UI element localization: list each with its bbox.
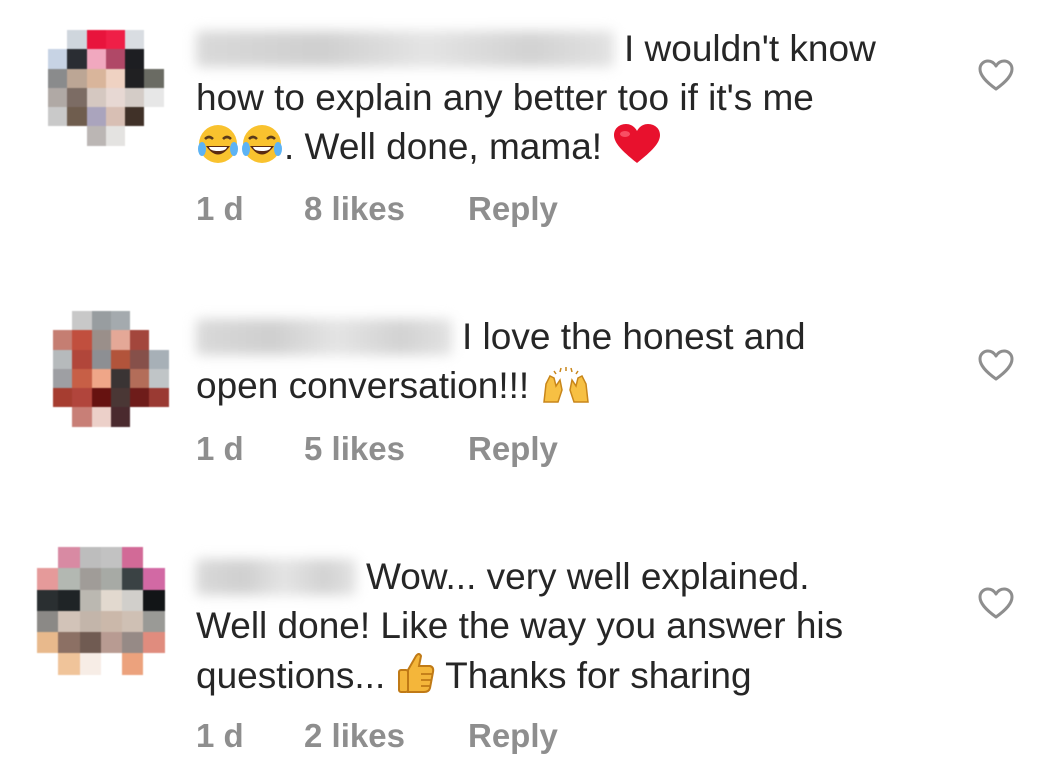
comment-meta: 1 d 5 likes Reply (196, 430, 558, 468)
comment-text: I love the honest and open conversation!… (196, 312, 926, 416)
likes-count[interactable]: 8 likes (304, 190, 468, 228)
comment-text-line1: I love the honest and (462, 316, 806, 357)
avatar[interactable] (37, 547, 165, 675)
comment-text-line3: questions... (196, 655, 386, 696)
comment-text-line2: how to explain any better too if it's me (196, 77, 814, 118)
comment-text-line2: Well done! Like the way you answer his (196, 605, 844, 646)
avatar[interactable] (53, 311, 169, 427)
username-blurred[interactable] (196, 31, 614, 67)
comment-meta: 1 d 8 likes Reply (196, 190, 558, 228)
like-heart-icon[interactable] (977, 58, 1015, 92)
comment-text-line2: open conversation!!! (196, 365, 530, 406)
comment-text: Wow... very well explained. Well done! L… (196, 552, 926, 706)
comment-time: 1 d (196, 717, 244, 754)
comment-text: I wouldn't know how to explain any bette… (196, 24, 926, 177)
joy-emoji (196, 123, 240, 177)
reply-button[interactable]: Reply (468, 190, 558, 228)
reply-button[interactable]: Reply (468, 430, 558, 468)
comment-text-line1: I wouldn't know (624, 28, 876, 69)
likes-count[interactable]: 2 likes (304, 717, 468, 755)
joy-emoji (240, 123, 284, 177)
comment-text-line1: Wow... very well explained. (366, 556, 810, 597)
comment-text-line3-end: Thanks for sharing (445, 655, 752, 696)
reply-button[interactable]: Reply (468, 717, 558, 755)
thumbs-up-emoji (396, 650, 436, 706)
likes-count[interactable]: 5 likes (304, 430, 468, 468)
avatar[interactable] (48, 30, 164, 146)
like-heart-icon[interactable] (977, 586, 1015, 620)
comment-text-line3: . Well done, mama! (284, 126, 603, 167)
comment-meta: 1 d 2 likes Reply (196, 717, 558, 755)
comment-time: 1 d (196, 430, 244, 467)
comment-time: 1 d (196, 190, 244, 227)
username-blurred[interactable] (196, 559, 356, 595)
raising-hands-emoji (540, 366, 592, 416)
red-heart-emoji (612, 123, 662, 177)
username-blurred[interactable] (196, 319, 452, 355)
like-heart-icon[interactable] (977, 348, 1015, 382)
